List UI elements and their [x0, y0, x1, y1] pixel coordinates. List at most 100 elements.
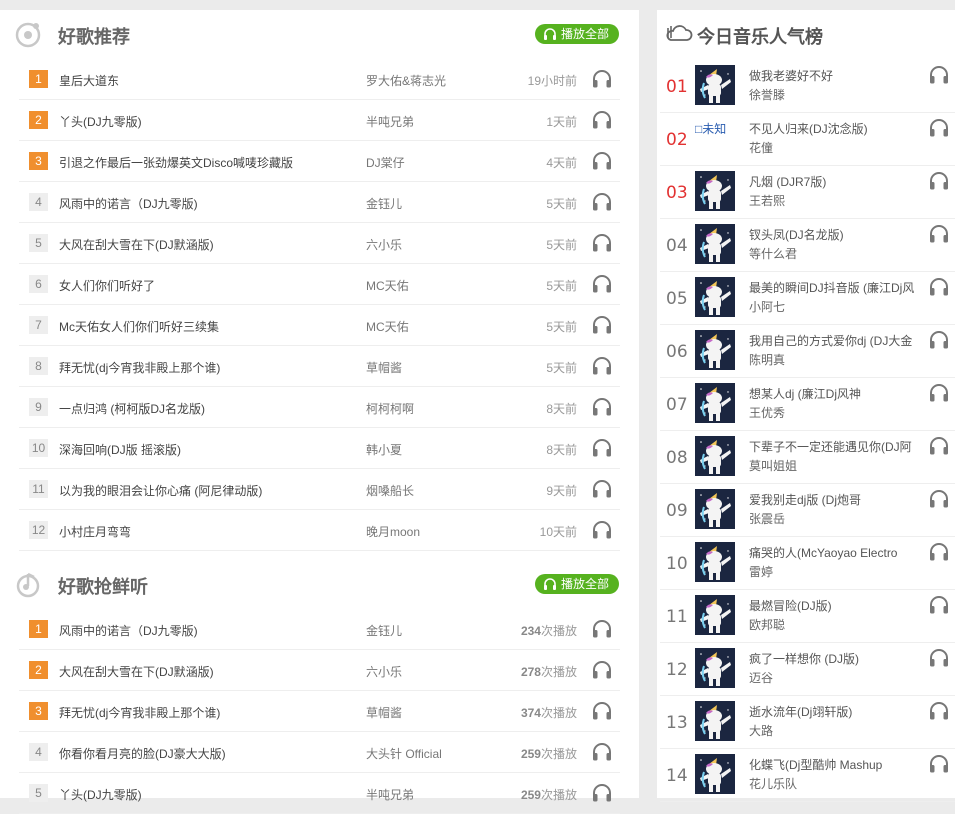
song-title-link[interactable]: 下辈子不一定还能遇见你(DJ阿	[749, 438, 921, 455]
headphones-icon[interactable]	[928, 488, 950, 510]
headphones-icon[interactable]	[928, 541, 950, 563]
headphones-icon[interactable]	[928, 647, 950, 669]
song-title-link[interactable]: 风雨中的诺言（DJ九零版)	[59, 622, 198, 639]
artist-link[interactable]: MC天佑	[366, 277, 409, 294]
album-cover-image[interactable]	[695, 330, 735, 370]
song-title-link[interactable]: 丫头(DJ九零版)	[59, 113, 142, 130]
song-title-link[interactable]: 皇后大道东	[59, 72, 119, 89]
song-title-link[interactable]: 最美的瞬间DJ抖音版 (廉江Dj风	[749, 279, 921, 296]
song-title-link[interactable]: 钗头凤(DJ名龙版)	[749, 226, 921, 243]
song-title-link[interactable]: 想某人dj (廉江Dj风神	[749, 385, 921, 402]
song-title-link[interactable]: 女人们你们听好了	[59, 277, 155, 294]
album-cover-image[interactable]	[695, 648, 735, 688]
song-row[interactable]: 2 丫头(DJ九零版) 半吨兄弟 1天前	[19, 100, 620, 141]
song-title-link[interactable]: 不见人归来(DJ沈念版)	[749, 120, 921, 137]
song-title-link[interactable]: 引退之作最后一张劲爆英文Disco喊唛珍藏版	[59, 154, 293, 171]
song-title-link[interactable]: 疯了一样想你 (DJ版)	[749, 650, 921, 667]
headphones-icon[interactable]	[928, 753, 950, 775]
song-title-link[interactable]: 最燃冒险(DJ版)	[749, 597, 921, 614]
headphones-icon[interactable]	[928, 329, 950, 351]
headphones-icon[interactable]	[591, 700, 613, 722]
song-title-link[interactable]: 凡烟 (DJR7版)	[749, 173, 921, 190]
song-title-link[interactable]: 我用自己的方式爱你dj (DJ大金	[749, 332, 921, 349]
chart-row[interactable]: 11 最燃冒险(DJ版) 欧邦聪	[660, 590, 955, 643]
album-cover-image[interactable]	[695, 542, 735, 582]
album-cover-image[interactable]	[695, 701, 735, 741]
artist-link[interactable]: 柯柯柯啊	[366, 400, 414, 417]
album-cover-image[interactable]	[695, 595, 735, 635]
chart-row[interactable]: 13 逝水流年(Dj翊轩版) 大路	[660, 696, 955, 749]
play-all-button[interactable]: 播放全部	[535, 574, 619, 594]
headphones-icon[interactable]	[928, 117, 950, 139]
artist-link[interactable]: 烟嗓船长	[366, 482, 414, 499]
headphones-icon[interactable]	[591, 478, 613, 500]
song-row[interactable]: 10 深海回响(DJ版 摇滚版) 韩小夏 8天前	[19, 428, 620, 469]
artist-link[interactable]: 王优秀	[749, 404, 785, 421]
chart-row[interactable]: 07 想某人dj (廉江Dj风神 王优秀	[660, 378, 955, 431]
headphones-icon[interactable]	[591, 68, 613, 90]
headphones-icon[interactable]	[591, 659, 613, 681]
song-title-link[interactable]: 化蝶飞(Dj型酷帅 Mashup	[749, 756, 921, 773]
artist-link[interactable]: 六小乐	[366, 663, 402, 680]
song-row[interactable]: 5 丫头(DJ九零版) 半吨兄弟 259次播放	[19, 773, 620, 814]
artist-link[interactable]: 迈谷	[749, 669, 773, 686]
artist-link[interactable]: 欧邦聪	[749, 616, 785, 633]
artist-link[interactable]: 金钰儿	[366, 622, 402, 639]
headphones-icon[interactable]	[591, 109, 613, 131]
headphones-icon[interactable]	[591, 314, 613, 336]
song-row[interactable]: 4 你看你看月亮的脸(DJ豪大大版) 大头针 Official 259次播放	[19, 732, 620, 773]
headphones-icon[interactable]	[591, 273, 613, 295]
artist-link[interactable]: 张震岳	[749, 510, 785, 527]
chart-row[interactable]: 01 做我老婆好不好 徐誉滕	[660, 60, 955, 113]
song-title-link[interactable]: 风雨中的诺言（DJ九零版)	[59, 195, 198, 212]
song-title-link[interactable]: Mc天佑女人们你们听好三续集	[59, 318, 219, 335]
artist-link[interactable]: 等什么君	[749, 245, 797, 262]
song-title-link[interactable]: 拜无忧(dj今宵我非殿上那个谁)	[59, 704, 220, 721]
artist-link[interactable]: 花僮	[749, 139, 773, 156]
headphones-icon[interactable]	[591, 519, 613, 541]
album-cover-image[interactable]	[695, 436, 735, 476]
artist-link[interactable]: 晚月moon	[366, 523, 420, 540]
song-title-link[interactable]: 你看你看月亮的脸(DJ豪大大版)	[59, 745, 226, 762]
artist-link[interactable]: 韩小夏	[366, 441, 402, 458]
song-title-link[interactable]: 小村庄月弯弯	[59, 523, 131, 540]
album-cover-image[interactable]	[695, 383, 735, 423]
artist-link[interactable]: 雷婷	[749, 563, 773, 580]
song-title-link[interactable]: 痛哭的人(McYaoyao Electro	[749, 544, 921, 561]
chart-row[interactable]: 06 我用自己的方式爱你dj (DJ大金 陈明真	[660, 325, 955, 378]
headphones-icon[interactable]	[928, 435, 950, 457]
headphones-icon[interactable]	[591, 437, 613, 459]
headphones-icon[interactable]	[591, 191, 613, 213]
artist-link[interactable]: 花儿乐队	[749, 775, 797, 792]
headphones-icon[interactable]	[928, 276, 950, 298]
song-row[interactable]: 6 女人们你们听好了 MC天佑 5天前	[19, 264, 620, 305]
chart-row[interactable]: 14 化蝶飞(Dj型酷帅 Mashup 花儿乐队	[660, 749, 955, 802]
headphones-icon[interactable]	[591, 618, 613, 640]
song-row[interactable]: 2 大风在刮大雪在下(DJ默涵版) 六小乐 278次播放	[19, 650, 620, 691]
song-title-link[interactable]: 做我老婆好不好	[749, 67, 921, 84]
headphones-icon[interactable]	[928, 700, 950, 722]
song-title-link[interactable]: 逝水流年(Dj翊轩版)	[749, 703, 921, 720]
song-row[interactable]: 1 风雨中的诺言（DJ九零版) 金钰儿 234次播放	[19, 609, 620, 650]
album-cover-image[interactable]	[695, 754, 735, 794]
song-row[interactable]: 5 大风在刮大雪在下(DJ默涵版) 六小乐 5天前	[19, 223, 620, 264]
song-row[interactable]: 4 风雨中的诺言（DJ九零版) 金钰儿 5天前	[19, 182, 620, 223]
song-row[interactable]: 12 小村庄月弯弯 晚月moon 10天前	[19, 510, 620, 551]
song-title-link[interactable]: 以为我的眼泪会让你心痛 (阿尼律动版)	[59, 482, 262, 499]
chart-row[interactable]: 05 最美的瞬间DJ抖音版 (廉江Dj风 小阿七	[660, 272, 955, 325]
chart-row[interactable]: 09 爱我别走dj版 (Dj炮哥 张震岳	[660, 484, 955, 537]
chart-row[interactable]: 02 □未知 不见人归来(DJ沈念版) 花僮	[660, 113, 955, 166]
artist-link[interactable]: 草帽酱	[366, 359, 402, 376]
headphones-icon[interactable]	[928, 64, 950, 86]
chart-row[interactable]: 10 痛哭的人(McYaoyao Electro 雷婷	[660, 537, 955, 590]
headphones-icon[interactable]	[591, 150, 613, 172]
album-cover-image[interactable]	[695, 277, 735, 317]
album-cover-image[interactable]	[695, 489, 735, 529]
artist-link[interactable]: 大头针 Official	[366, 745, 442, 762]
song-title-link[interactable]: 一点归鸿 (柯柯版DJ名龙版)	[59, 400, 205, 417]
play-all-button[interactable]: 播放全部	[535, 24, 619, 44]
artist-link[interactable]: 莫叫姐姐	[749, 457, 797, 474]
song-title-link[interactable]: 丫头(DJ九零版)	[59, 786, 142, 803]
headphones-icon[interactable]	[591, 396, 613, 418]
artist-link[interactable]: 金钰儿	[366, 195, 402, 212]
